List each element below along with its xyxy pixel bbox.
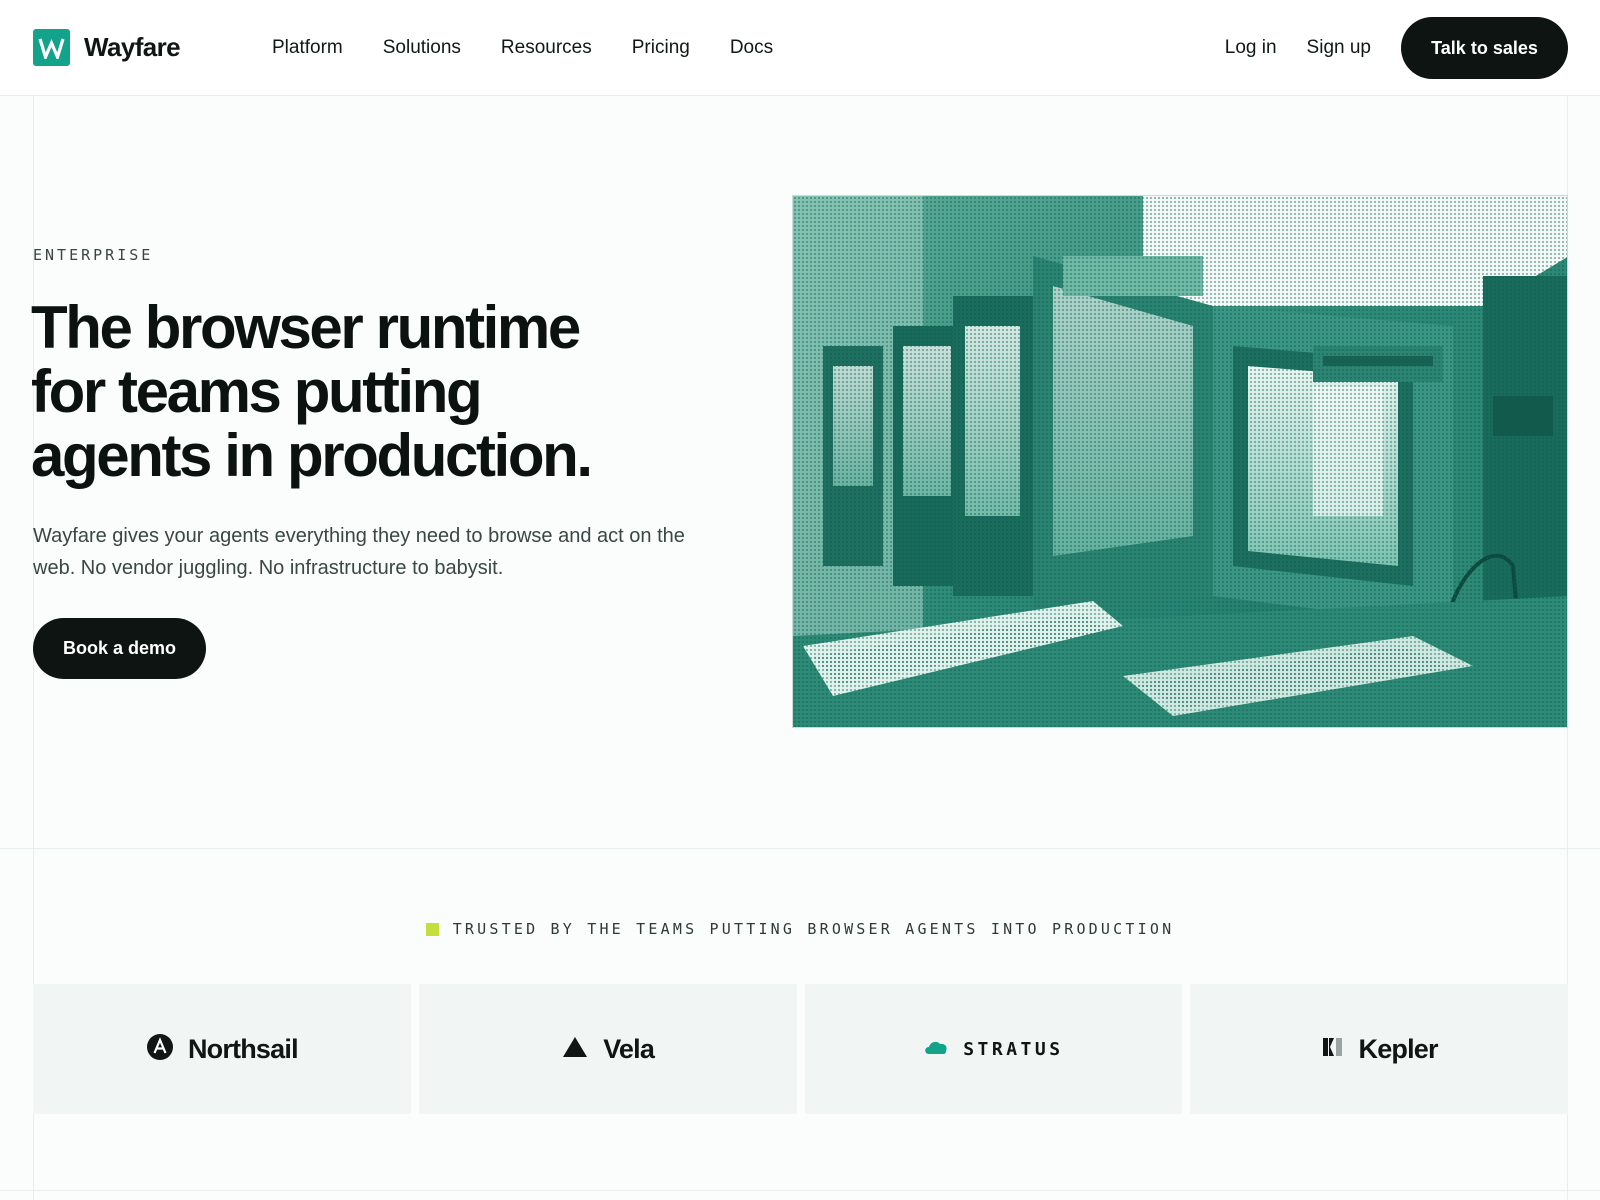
hero-eyebrow: ENTERPRISE [33,246,154,264]
brand-stratus: STRATUS [963,1038,1064,1060]
auth-actions: Log in Sign up Talk to sales [1225,17,1568,79]
talk-to-sales-button[interactable]: Talk to sales [1401,17,1568,79]
signup-link[interactable]: Sign up [1307,37,1371,59]
circle-a-icon [146,1033,174,1066]
logo-card-stratus: STRATUS [804,984,1183,1114]
section-divider [0,848,1600,849]
cloud-icon [923,1038,949,1061]
page: Wayfare Platform Solutions Resources Pri… [0,0,1600,1200]
square-bullet-icon [425,922,439,936]
wayfare-logo-icon [33,29,70,66]
nav-pricing[interactable]: Pricing [632,37,690,59]
login-link[interactable]: Log in [1225,37,1277,59]
logo-card-kepler: Kepler [1190,984,1568,1114]
trusted-label: TRUSTED BY THE TEAMS PUTTING BROWSER AGE… [452,920,1175,938]
nav-docs[interactable]: Docs [730,37,773,59]
headline-line: The browser runtime [31,294,581,361]
customer-logos: Northsail Vela STRATUS Kepler [33,984,1568,1114]
headline-line: for teams putting [31,358,483,425]
section-divider-bottom [0,1190,1600,1191]
nav-solutions[interactable]: Solutions [383,37,461,59]
hero-image [792,195,1568,728]
hero-headline: The browser runtime for teams putting ag… [31,296,671,488]
brand-vela: Vela [603,1033,655,1064]
logo-card-northsail: Northsail [33,984,411,1114]
nav-platform[interactable]: Platform [272,37,343,59]
triangle-icon [561,1035,589,1064]
brand-logo-link[interactable]: Wayfare [33,29,181,66]
brand-name: Wayfare [84,32,181,62]
main-nav: Platform Solutions Resources Pricing Doc… [272,0,773,96]
nav-resources[interactable]: Resources [501,37,592,59]
site-header: Wayfare Platform Solutions Resources Pri… [0,0,1600,96]
brand-northsail: Northsail [187,1033,299,1064]
headline-line: agents in production. [31,422,593,489]
book-demo-button[interactable]: Book a demo [33,618,206,679]
logo-card-vela: Vela [418,984,797,1114]
brand-kepler: Kepler [1358,1033,1439,1064]
hero-subcopy: Wayfare gives your agents everything the… [33,525,685,579]
retro-computers-illustration [793,196,1567,727]
trusted-heading: TRUSTED BY THE TEAMS PUTTING BROWSER AGE… [0,920,1600,938]
kepler-icon [1321,1035,1345,1064]
